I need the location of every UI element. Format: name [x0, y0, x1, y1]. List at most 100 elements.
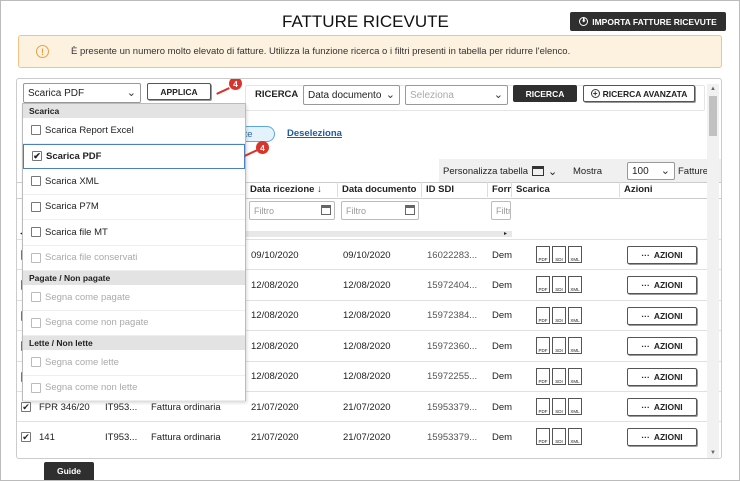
- col-header-data-documento[interactable]: Data documento: [338, 182, 422, 197]
- azioni-label: AZIONI: [653, 371, 683, 382]
- more-icon: ···: [641, 250, 650, 260]
- download-pdf-icon[interactable]: PDF: [536, 398, 550, 415]
- scroll-right-icon[interactable]: ▸: [504, 230, 507, 237]
- scroll-down-icon[interactable]: ▼: [710, 450, 716, 456]
- bulk-action-select[interactable]: Scarica PDF ⌄: [23, 83, 141, 103]
- download-pdf-icon[interactable]: PDF: [536, 306, 550, 324]
- dropdown-option[interactable]: Scarica P7M: [23, 195, 245, 220]
- horizontal-scrollbar[interactable]: [246, 231, 512, 237]
- azioni-label: AZIONI: [653, 280, 683, 291]
- download-pdf-icon[interactable]: PDF: [536, 276, 550, 294]
- checkbox-checked-icon[interactable]: ✔: [32, 151, 42, 162]
- deselect-link[interactable]: Deseleziona: [287, 128, 342, 139]
- checkbox-icon: [31, 382, 41, 393]
- search-field-select[interactable]: Data documento ⌄: [303, 85, 400, 105]
- more-icon: ···: [641, 402, 650, 412]
- download-sdi-icon[interactable]: SDI: [552, 306, 566, 324]
- cell-data-documento: 12/08/2020: [343, 340, 391, 352]
- download-xml-icon[interactable]: XML: [568, 398, 582, 415]
- azioni-button[interactable]: ··· AZIONI: [627, 276, 697, 295]
- download-xml-icon[interactable]: XML: [568, 428, 582, 446]
- apply-button[interactable]: APPLICA: [147, 83, 211, 100]
- calendar-icon[interactable]: [321, 205, 331, 215]
- dropdown-group-header: Pagate / Non pagate: [23, 271, 245, 285]
- download-xml-icon[interactable]: XML: [568, 276, 582, 294]
- azioni-button[interactable]: ··· AZIONI: [627, 306, 697, 325]
- search-button[interactable]: RICERCA: [513, 85, 577, 102]
- download-icons: PDF SDI XML: [536, 337, 582, 355]
- calendar-icon[interactable]: [405, 205, 415, 215]
- customize-table-label: Personalizza tabella: [443, 166, 529, 177]
- col-header-data-ricezione[interactable]: Data ricezione ↓: [246, 182, 338, 197]
- vertical-scrollbar[interactable]: ▲ ▼: [707, 84, 719, 458]
- download-xml-icon[interactable]: XML: [568, 367, 582, 385]
- table-row[interactable]: ✔ 141 IT953... Fattura ordinaria 21/07/2020 2…: [17, 421, 721, 451]
- cell-type-code: IT953...: [105, 431, 138, 443]
- bulk-action-value: Scarica PDF: [28, 87, 85, 99]
- show-label: Mostra: [573, 166, 603, 177]
- download-xml-icon[interactable]: XML: [568, 246, 582, 263]
- col-header-scarica: Scarica: [512, 182, 620, 197]
- page-size-select[interactable]: 100 ⌄: [627, 162, 675, 180]
- advanced-search-button[interactable]: + RICERCA AVANZATA: [583, 85, 695, 102]
- dropdown-option[interactable]: ✔ Scarica PDF: [23, 143, 245, 169]
- checkbox-icon[interactable]: [31, 176, 41, 187]
- azioni-label: AZIONI: [653, 402, 683, 412]
- filter-data-documento[interactable]: Filtro: [341, 201, 419, 220]
- cell-data-documento: 21/07/2020: [343, 401, 391, 413]
- azioni-button[interactable]: ··· AZIONI: [627, 246, 697, 264]
- dropdown-option: Segna come pagate: [23, 285, 245, 311]
- col-header-id-sdi[interactable]: ID SDI: [422, 182, 488, 197]
- filter-data-ricezione[interactable]: Filtro: [249, 201, 335, 220]
- download-sdi-icon[interactable]: SDI: [552, 367, 566, 385]
- col-header-fornitore[interactable]: Forni: [488, 182, 512, 197]
- download-pdf-icon[interactable]: PDF: [536, 367, 550, 385]
- scroll-up-icon[interactable]: ▲: [710, 86, 716, 92]
- azioni-label: AZIONI: [653, 310, 683, 321]
- dropdown-option-label: Segna come pagate: [45, 291, 131, 303]
- scrollbar-thumb[interactable]: [709, 96, 717, 136]
- download-pdf-icon[interactable]: PDF: [536, 337, 550, 355]
- cell-fornitore: Dem: [492, 310, 512, 322]
- checkbox-icon: [31, 292, 41, 303]
- columns-icon: [532, 166, 544, 176]
- import-button-label: IMPORTA FATTURE RICEVUTE: [592, 16, 717, 27]
- azioni-button[interactable]: ··· AZIONI: [627, 337, 697, 356]
- cell-data-documento: 12/08/2020: [343, 279, 391, 291]
- more-icon: ···: [641, 371, 650, 382]
- cell-fornitore: Dem: [492, 249, 512, 261]
- download-xml-icon[interactable]: XML: [568, 337, 582, 355]
- checkbox-icon[interactable]: [31, 201, 41, 212]
- dropdown-option[interactable]: Scarica XML: [23, 169, 245, 195]
- annotation-badge-2: 4: [256, 141, 269, 154]
- dropdown-option[interactable]: Scarica Report Excel: [23, 118, 245, 144]
- guide-button[interactable]: Guide: [44, 462, 94, 480]
- download-xml-icon[interactable]: XML: [568, 306, 582, 324]
- annotation-arrow-1: [216, 87, 230, 95]
- dropdown-option-label: Segna come non pagate: [45, 317, 149, 329]
- search-value-select[interactable]: Seleziona ⌄: [405, 85, 508, 105]
- download-sdi-icon[interactable]: SDI: [552, 276, 566, 294]
- download-sdi-icon[interactable]: SDI: [552, 398, 566, 415]
- download-icons: PDF SDI XML: [536, 306, 582, 324]
- azioni-button[interactable]: ··· AZIONI: [627, 428, 697, 447]
- azioni-label: AZIONI: [653, 432, 683, 443]
- filter-fornitore[interactable]: Filtro: [491, 201, 511, 220]
- info-circle-icon: !: [36, 45, 49, 58]
- checkbox-icon: [31, 357, 41, 368]
- checkbox-icon[interactable]: [31, 125, 41, 136]
- customize-table-button[interactable]: ⌄: [532, 162, 566, 180]
- import-invoices-button[interactable]: ⬇ IMPORTA FATTURE RICEVUTE: [570, 12, 726, 31]
- cell-id-sdi: 15953379...: [427, 431, 478, 443]
- azioni-button[interactable]: ··· AZIONI: [627, 398, 697, 416]
- dropdown-option[interactable]: Scarica file MT: [23, 220, 245, 246]
- azioni-button[interactable]: ··· AZIONI: [627, 367, 697, 386]
- download-pdf-icon[interactable]: PDF: [536, 428, 550, 446]
- download-sdi-icon[interactable]: SDI: [552, 428, 566, 446]
- cell-data-documento: 09/10/2020: [343, 249, 391, 261]
- checkbox-icon[interactable]: [31, 227, 41, 238]
- download-pdf-icon[interactable]: PDF: [536, 246, 550, 263]
- dropdown-option-label: Scarica Report Excel: [45, 124, 134, 136]
- download-sdi-icon[interactable]: SDI: [552, 246, 566, 263]
- download-sdi-icon[interactable]: SDI: [552, 337, 566, 355]
